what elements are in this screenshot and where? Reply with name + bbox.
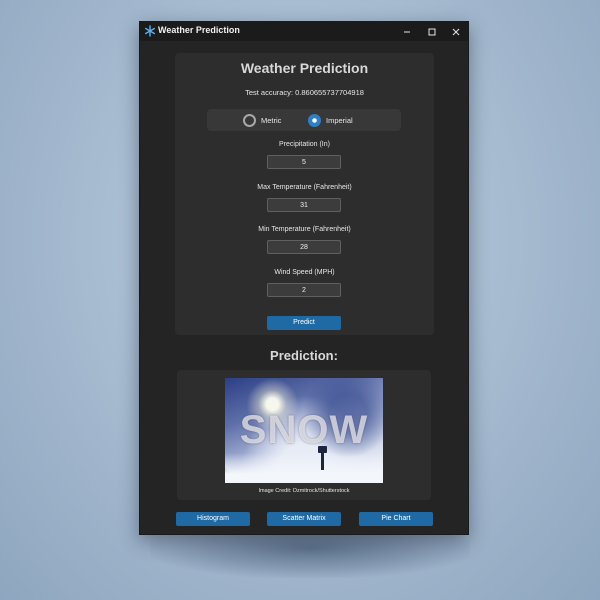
precipitation-input[interactable] <box>267 155 341 169</box>
image-credit: Image Credit: Dzmitrock/Shutterstock <box>258 488 350 494</box>
prediction-heading: Prediction: <box>270 348 338 363</box>
radio-metric-label: Metric <box>261 115 282 125</box>
radio-metric[interactable]: Metric <box>243 113 281 127</box>
radio-imperial-indicator[interactable] <box>308 113 321 127</box>
window-floor-shadow <box>150 528 470 578</box>
maximize-button[interactable] <box>419 22 444 41</box>
prediction-panel: SNOW Image Credit: Dzmitrock/Shutterstoc… <box>177 370 431 500</box>
close-icon <box>452 28 459 35</box>
maximize-icon <box>428 28 435 35</box>
image-snow-path <box>225 453 383 483</box>
test-accuracy-text: Test accuracy: 0.860655737704918 <box>245 88 364 97</box>
min-temperature-label: Min Temperature (Fahrenheit) <box>258 226 351 233</box>
page-title: Weather Prediction <box>240 60 369 76</box>
pie-chart-button[interactable]: Pie Chart <box>359 512 433 526</box>
radio-imperial-label: Imperial <box>326 115 353 125</box>
close-button[interactable] <box>443 22 468 41</box>
image-lamp-post <box>321 450 324 470</box>
snowflake-icon <box>145 25 156 37</box>
max-temperature-input[interactable] <box>267 198 341 212</box>
radio-metric-indicator[interactable] <box>243 113 256 127</box>
wind-speed-label: Wind Speed (MPH) <box>274 269 335 276</box>
window-title: Weather Prediction <box>158 25 240 35</box>
scatter-matrix-button[interactable]: Scatter Matrix <box>267 512 341 526</box>
input-panel: Weather Prediction Test accuracy: 0.8606… <box>175 53 434 335</box>
predict-button[interactable]: Predict <box>267 316 341 330</box>
minimize-button[interactable] <box>394 22 419 41</box>
min-temperature-input[interactable] <box>267 240 341 254</box>
wind-speed-input[interactable] <box>267 283 341 297</box>
histogram-button[interactable]: Histogram <box>176 512 250 526</box>
max-temperature-label: Max Temperature (Fahrenheit) <box>257 184 352 191</box>
prediction-result-word: SNOW <box>239 408 369 452</box>
app-window: Weather Prediction Weather Prediction Te… <box>139 21 469 535</box>
prediction-image: SNOW <box>225 378 383 483</box>
unit-selector: Metric Imperial <box>207 109 401 131</box>
precipitation-label: Precipitation (In) <box>279 141 330 148</box>
radio-imperial[interactable]: Imperial <box>308 113 353 127</box>
minimize-icon <box>403 31 410 32</box>
title-bar[interactable]: Weather Prediction <box>140 22 468 41</box>
